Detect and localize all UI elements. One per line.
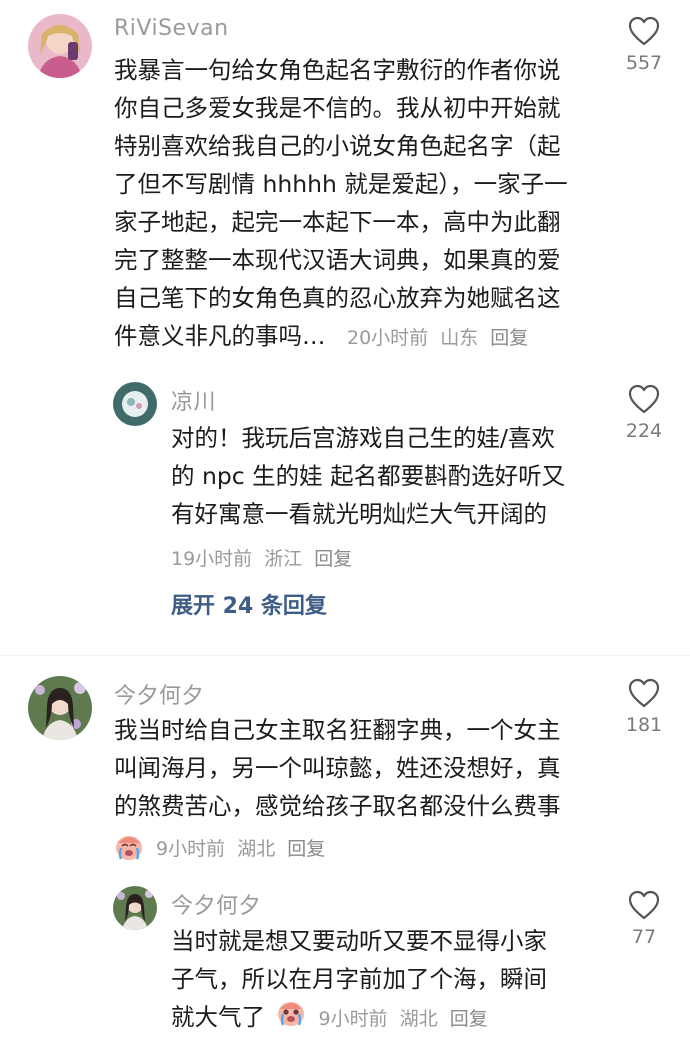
comment-text: 我当时给自己女主取名狂翻字典，一个女主 叫闻海月，另一个叫琼懿，姓还没想好，真 … bbox=[114, 711, 604, 825]
comment-line: 叫闻海月，另一个叫琼懿，姓还没想好，真 bbox=[114, 754, 561, 782]
comment-line: 我当时给自己女主取名狂翻字典，一个女主 bbox=[114, 716, 561, 744]
reply-comment: 凉川 对的！我玩后宫游戏自己生的娃/喜欢 的 npc 生的娃 起名都要斟酌选好听… bbox=[0, 380, 690, 650]
expand-replies-button[interactable]: 展开 24 条回复 bbox=[171, 588, 327, 620]
comment-line: 就大气了 9小时前 湖北 回复 bbox=[171, 998, 611, 1040]
like-count: 224 bbox=[625, 420, 663, 442]
avatar[interactable] bbox=[113, 886, 157, 930]
comment-text: 当时就是想又要动听又要不显得小家 子气，所以在月字前加了个海，瞬间 就大气了 9… bbox=[171, 922, 611, 1040]
username[interactable]: RiViSevan bbox=[114, 16, 229, 41]
like-count: 557 bbox=[625, 52, 663, 74]
comment-line: 了但不写剧情 hhhhh 就是爱起），一家子一 bbox=[114, 170, 568, 198]
comment-text: 我暴言一句给女角色起名字敷衍的作者你说 你自己多爱女我是不信的。我从初中开始就 … bbox=[114, 51, 604, 357]
comment-line: 自己笔下的女角色真的忍心放弃为她赋名这 bbox=[114, 284, 561, 312]
reply-comment: 今夕何夕 当时就是想又要动听又要不显得小家 子气，所以在月字前加了个海，瞬间 就… bbox=[0, 884, 690, 1053]
comment-line: 特别喜欢给我自己的小说女角色起名字（起 bbox=[114, 132, 561, 160]
comment-line: 对的！我玩后宫游戏自己生的娃/喜欢 bbox=[171, 424, 555, 452]
comment-line: 你自己多爱女我是不信的。我从初中开始就 bbox=[114, 94, 561, 122]
like-button[interactable]: 224 bbox=[614, 384, 674, 442]
comment-line: 子气，所以在月字前加了个海，瞬间 bbox=[171, 965, 547, 993]
heart-icon bbox=[628, 16, 660, 46]
comment-line: 家子地起，起完一本起下一本，高中为此翻 bbox=[114, 208, 561, 236]
divider bbox=[0, 655, 690, 656]
like-count: 77 bbox=[631, 926, 657, 948]
like-button[interactable]: 77 bbox=[614, 890, 674, 948]
heart-icon bbox=[628, 678, 660, 708]
comment-text: 对的！我玩后宫游戏自己生的娃/喜欢 的 npc 生的娃 起名都要斟酌选好听又 有… bbox=[171, 419, 611, 533]
heart-icon bbox=[628, 384, 660, 414]
avatar[interactable] bbox=[28, 676, 92, 740]
timestamp: 9小时前 bbox=[318, 1008, 388, 1030]
location: 浙江 bbox=[264, 548, 303, 570]
avatar[interactable] bbox=[113, 382, 157, 426]
reply-button[interactable]: 回复 bbox=[450, 1008, 488, 1030]
comment-meta: 19小时前 浙江 回复 bbox=[171, 544, 358, 571]
like-count: 181 bbox=[625, 714, 663, 736]
location: 山东 bbox=[440, 327, 479, 349]
comment-line: 当时就是想又要动听又要不显得小家 bbox=[171, 927, 547, 955]
username[interactable]: 今夕何夕 bbox=[114, 678, 204, 710]
location: 湖北 bbox=[237, 838, 276, 860]
comment-line-text: 就大气了 bbox=[171, 1003, 265, 1031]
reply-button[interactable]: 回复 bbox=[490, 327, 528, 349]
crying-emoji-icon bbox=[276, 999, 306, 1040]
username[interactable]: 凉川 bbox=[171, 384, 216, 416]
comment-line: 的 npc 生的娃 起名都要斟酌选好听又 bbox=[171, 462, 566, 490]
like-button[interactable]: 557 bbox=[614, 16, 674, 74]
comment-line: 件意义非凡的事吗… 20小时前 山东 回复 bbox=[114, 317, 604, 357]
reply-button[interactable]: 回复 bbox=[314, 548, 352, 570]
comment-line-text: 件意义非凡的事吗… bbox=[114, 322, 326, 350]
comment-line: 有好寓意一看就光明灿烂大气开阔的 bbox=[171, 500, 547, 528]
comment-meta: 9小时前 湖北 回复 bbox=[276, 1002, 493, 1030]
comment-line: 我暴言一句给女角色起名字敷衍的作者你说 bbox=[114, 56, 561, 84]
comment: RiViSevan 我暴言一句给女角色起名字敷衍的作者你说 你自己多爱女我是不信… bbox=[0, 0, 690, 380]
username[interactable]: 今夕何夕 bbox=[171, 888, 261, 920]
comment-meta: 20小时前 山东 回复 bbox=[347, 327, 534, 349]
timestamp: 19小时前 bbox=[171, 548, 253, 570]
comment-line: 的煞费苦心，感觉给孩子取名都没什么费事 bbox=[114, 792, 561, 820]
comment-line: 完了整整一本现代汉语大词典，如果真的爱 bbox=[114, 246, 561, 274]
avatar[interactable] bbox=[28, 14, 92, 78]
reply-button[interactable]: 回复 bbox=[287, 838, 325, 860]
like-button[interactable]: 181 bbox=[614, 678, 674, 736]
crying-emoji-icon bbox=[114, 833, 144, 866]
heart-icon bbox=[628, 890, 660, 920]
comment-meta: 9小时前 湖北 回复 bbox=[114, 833, 331, 866]
location: 湖北 bbox=[399, 1008, 438, 1030]
comment: 今夕何夕 我当时给自己女主取名狂翻字典，一个女主 叫闻海月，另一个叫琼懿，姓还没… bbox=[0, 672, 690, 872]
timestamp: 9小时前 bbox=[156, 838, 226, 860]
timestamp: 20小时前 bbox=[346, 327, 429, 349]
